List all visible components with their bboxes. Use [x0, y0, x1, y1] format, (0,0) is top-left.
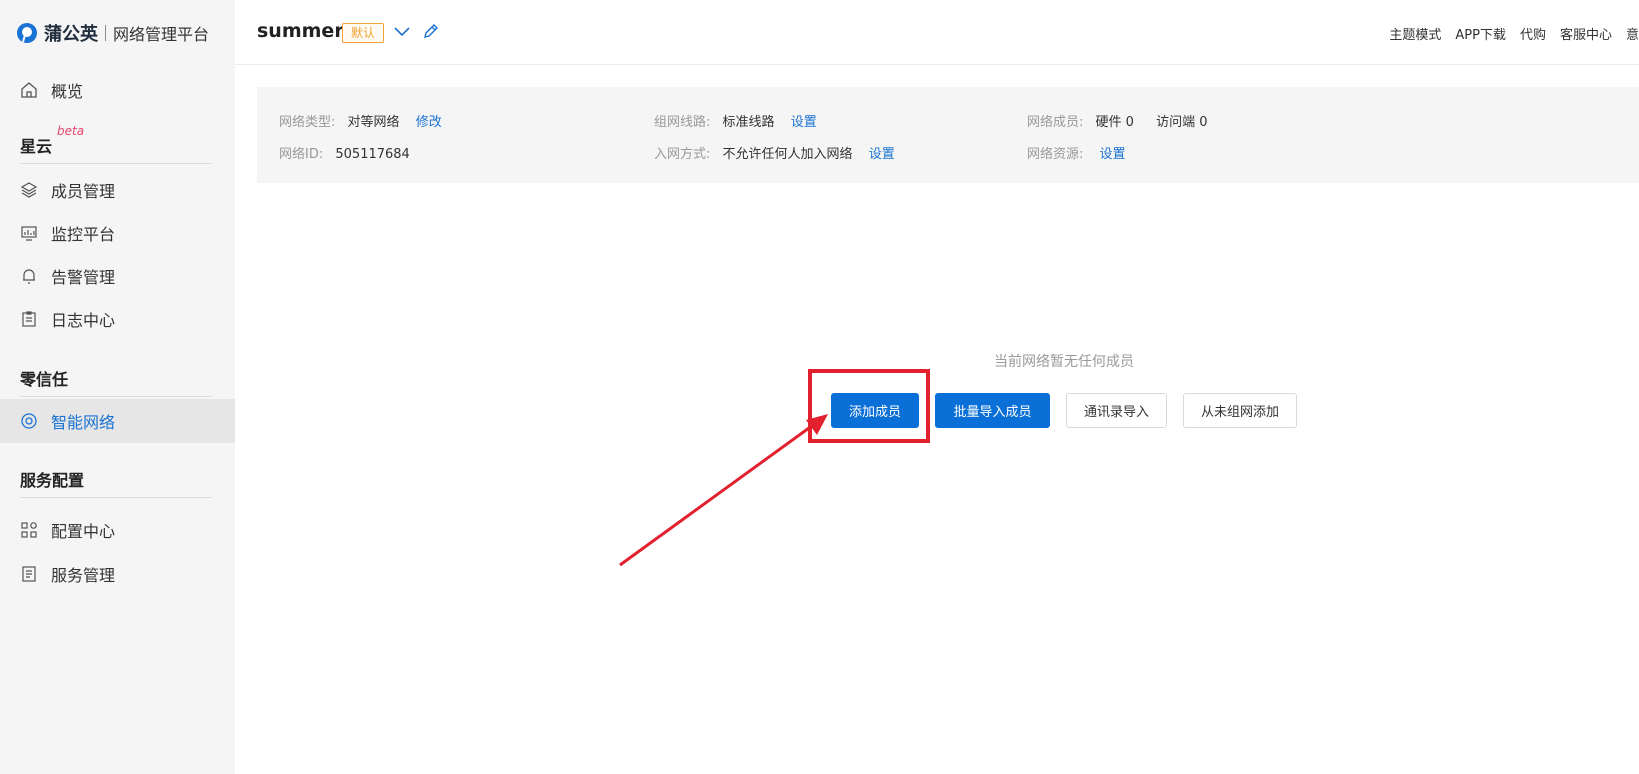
top-header: summer 默认 主题模式 APP下载 代购 客服中心 意 [235, 0, 1639, 65]
route-row: 组网线路: 标准线路 设置 [654, 115, 817, 130]
section-divider [20, 497, 212, 498]
network-name: summer [257, 20, 344, 42]
customer-service-link[interactable]: 客服中心 [1560, 24, 1612, 43]
dandelion-logo-icon [17, 23, 37, 43]
sidebar-item-label: 智能网络 [51, 413, 116, 432]
theme-mode-link[interactable]: 主题模式 [1389, 24, 1441, 43]
sidebar-item-member-management[interactable]: 成员管理 [0, 168, 235, 212]
sidebar-item-label: 成员管理 [51, 182, 116, 201]
sidebar-item-label: 服务管理 [51, 566, 116, 585]
section-title-service-config: 服务配置 [20, 471, 85, 490]
brand-separator [105, 25, 106, 41]
empty-state-message: 当前网络暂无任何成员 [994, 354, 1134, 370]
sidebar: 蒲公英 网络管理平台 概览 星云 beta 成员管理 监控平台 告警管理 日志中… [0, 0, 235, 774]
section-title-nebula: 星云 [20, 137, 53, 156]
network-circle-icon [21, 413, 37, 429]
beta-badge: beta [57, 124, 85, 138]
add-from-ungrouped-button[interactable]: 从未组网添加 [1183, 393, 1297, 428]
resources-row: 网络资源: 设置 [1027, 147, 1126, 162]
section-divider [20, 396, 212, 397]
annotation-arrow [619, 414, 828, 567]
chevron-down-icon[interactable] [393, 25, 411, 39]
sidebar-item-service-management[interactable]: 服务管理 [0, 552, 235, 596]
sidebar-item-config-center[interactable]: 配置中心 [0, 508, 235, 552]
sidebar-item-label: 日志中心 [51, 311, 116, 330]
app-download-link[interactable]: APP下载 [1455, 24, 1506, 43]
route-settings-link[interactable]: 设置 [791, 115, 817, 130]
layers-icon [20, 182, 38, 198]
members-row: 网络成员: 硬件 0 访问端 0 [1027, 115, 1208, 130]
section-title-zero-trust: 零信任 [20, 370, 69, 389]
section-divider [20, 163, 212, 164]
default-badge: 默认 [342, 23, 385, 43]
sidebar-item-logs[interactable]: 日志中心 [0, 297, 235, 341]
brand[interactable]: 蒲公英 网络管理平台 [16, 20, 209, 46]
sidebar-item-overview[interactable]: 概览 [0, 68, 235, 112]
sidebar-item-monitoring[interactable]: 监控平台 [0, 211, 235, 255]
grid-apps-icon [21, 522, 37, 538]
home-icon [21, 82, 37, 98]
bulk-import-members-button[interactable]: 批量导入成员 [935, 393, 1050, 428]
network-type-row: 网络类型: 对等网络 修改 [279, 115, 442, 130]
feedback-link[interactable]: 意 [1626, 24, 1639, 43]
top-links: 主题模式 APP下载 代购 客服中心 意 [1375, 24, 1639, 43]
clipboard-icon [22, 311, 36, 327]
network-info-panel: 网络类型: 对等网络 修改 网络ID: 505117684 组网线路: 标准线路… [257, 87, 1639, 183]
add-member-button[interactable]: 添加成员 [831, 393, 919, 428]
sidebar-item-label: 监控平台 [51, 225, 116, 244]
sidebar-item-label: 配置中心 [51, 522, 116, 541]
sidebar-item-label: 告警管理 [51, 268, 116, 287]
edit-pencil-icon[interactable] [422, 23, 439, 40]
join-method-settings-link[interactable]: 设置 [869, 147, 895, 162]
network-id-row: 网络ID: 505117684 [279, 147, 410, 162]
sidebar-item-alerts[interactable]: 告警管理 [0, 254, 235, 298]
purchase-agent-link[interactable]: 代购 [1520, 24, 1546, 43]
join-method-row: 入网方式: 不允许任何人加入网络 设置 [654, 147, 895, 162]
bell-icon [23, 269, 35, 284]
brand-name: 蒲公英 [44, 24, 98, 45]
document-list-icon [22, 566, 36, 582]
monitor-chart-icon [21, 226, 37, 241]
sidebar-item-smart-network[interactable]: 智能网络 [0, 399, 235, 443]
brand-subtitle: 网络管理平台 [113, 25, 210, 44]
modify-network-type-link[interactable]: 修改 [416, 115, 442, 130]
import-contacts-button[interactable]: 通讯录导入 [1066, 393, 1167, 428]
sidebar-item-label: 概览 [51, 82, 84, 101]
resources-settings-link[interactable]: 设置 [1100, 147, 1126, 162]
